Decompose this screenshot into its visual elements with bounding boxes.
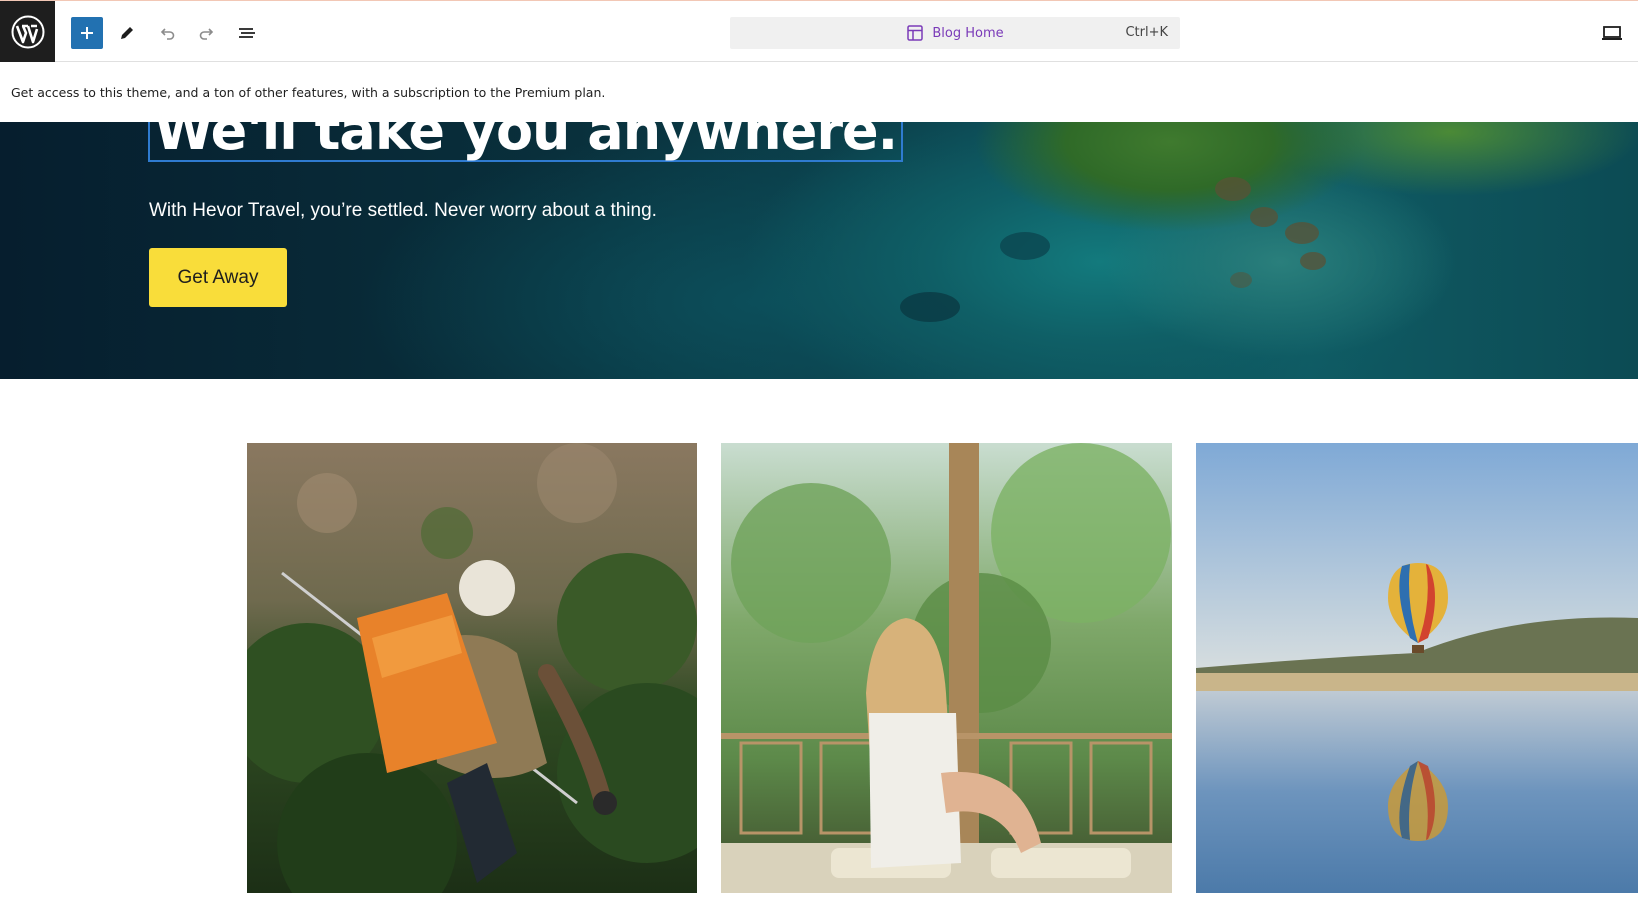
editor-toolbar: Blog Home Ctrl+K bbox=[0, 0, 1638, 63]
reef-rock bbox=[1285, 222, 1319, 244]
layout-template-icon bbox=[907, 25, 924, 41]
upgrade-notice: Get access to this theme, and a ton of o… bbox=[0, 62, 1638, 122]
undo-icon bbox=[160, 28, 175, 40]
add-block-button[interactable] bbox=[71, 17, 103, 49]
plus-icon bbox=[81, 27, 93, 39]
gallery-image-window[interactable] bbox=[721, 443, 1172, 893]
keyboard-shortcut-hint: Ctrl+K bbox=[1125, 25, 1168, 40]
hero-heading[interactable]: We'll take you anywhere. bbox=[148, 122, 904, 162]
gallery-image-hiker[interactable] bbox=[247, 443, 697, 893]
gallery-image-balloon[interactable] bbox=[1196, 443, 1638, 893]
hot-air-balloon-photo bbox=[1196, 443, 1638, 893]
command-palette-button[interactable]: Blog Home Ctrl+K bbox=[730, 17, 1180, 49]
command-center: Blog Home bbox=[730, 17, 1180, 49]
template-title: Blog Home bbox=[932, 25, 1004, 41]
hero-subheading[interactable]: With Hevor Travel, you’re settled. Never… bbox=[149, 200, 657, 222]
reef-rock bbox=[1250, 207, 1278, 227]
get-away-button[interactable]: Get Away bbox=[149, 248, 287, 307]
hero-cover-block[interactable]: We'll take you anywhere. With Hevor Trav… bbox=[0, 122, 1638, 379]
tools-button[interactable] bbox=[111, 17, 143, 49]
redo-button[interactable] bbox=[191, 17, 223, 49]
reef-rock bbox=[1300, 252, 1326, 270]
desktop-icon bbox=[1602, 26, 1622, 40]
wordpress-logo-icon[interactable] bbox=[0, 1, 55, 63]
reef-rock bbox=[1000, 232, 1050, 260]
hiker-photo bbox=[247, 443, 697, 893]
redo-icon bbox=[199, 28, 214, 40]
pencil-icon bbox=[121, 27, 133, 39]
reef-rock bbox=[1215, 177, 1251, 201]
reef-rock bbox=[900, 292, 960, 322]
reef-rock bbox=[1230, 272, 1252, 288]
upgrade-notice-text: Get access to this theme, and a ton of o… bbox=[11, 84, 606, 100]
window-view-photo bbox=[721, 443, 1172, 893]
list-view-icon bbox=[239, 28, 255, 38]
device-preview-button[interactable] bbox=[1598, 19, 1626, 47]
undo-button[interactable] bbox=[151, 17, 183, 49]
list-view-button[interactable] bbox=[231, 17, 263, 49]
